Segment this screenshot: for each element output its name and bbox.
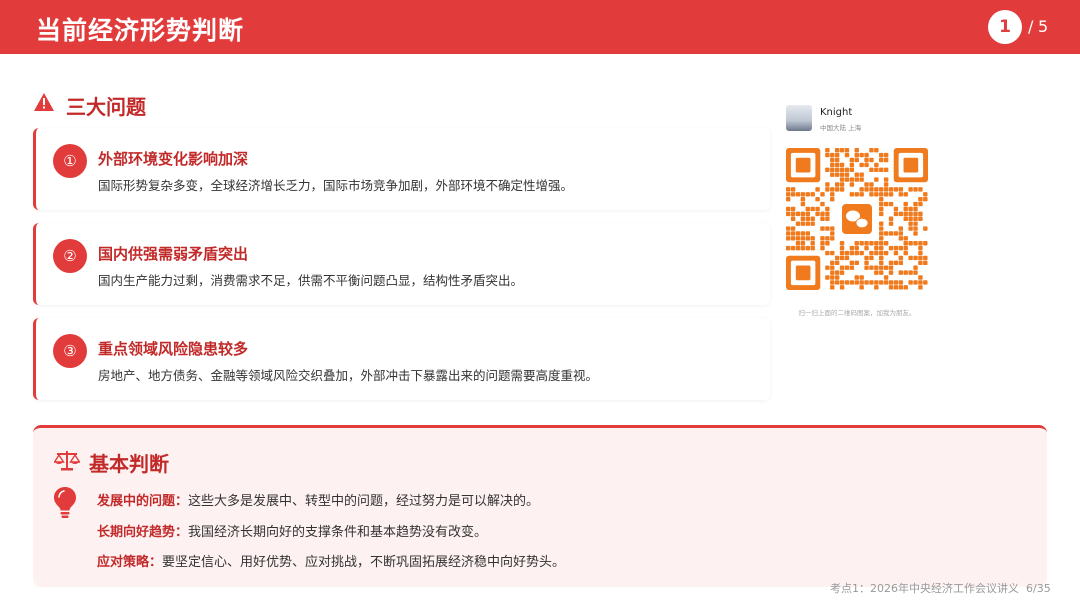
warning-icon	[34, 93, 54, 111]
footer-page-number: 6/35	[1026, 582, 1051, 595]
footer-title: 考点1：2026年中央经济工作会议讲义	[830, 582, 1019, 595]
page-separator: /	[1028, 17, 1034, 36]
problem-number-badge: ②	[53, 239, 87, 273]
scale-icon	[54, 451, 80, 471]
avatar	[786, 105, 812, 131]
problem-title: 重点领域风险隐患较多	[98, 340, 249, 358]
problem-title: 国内供强需弱矛盾突出	[98, 245, 249, 263]
footer-caption: 考点1：2026年中央经济工作会议讲义 6/35	[830, 580, 1051, 596]
judgement-row: 发展中的问题：这些大多是发展中、转型中的问题，经过努力是可以解决的。	[97, 490, 539, 509]
lightbulb-icon	[54, 487, 76, 518]
problem-card: ③ 重点领域风险隐患较多 房地产、地方债务、金融等领域风险交织叠加，外部冲击下暴…	[33, 318, 770, 400]
judgement-row: 应对策略：要坚定信心、用好优势、应对挑战，不断巩固拓展经济稳中向好势头。	[97, 551, 565, 570]
judgement-text: 这些大多是发展中、转型中的问题，经过努力是可以解决的。	[188, 494, 540, 509]
header-bar: 当前经济形势判断 1 / 5	[0, 0, 1080, 54]
page-total: 5	[1038, 17, 1049, 36]
qr-caption: 扫一扫上面的二维码图案，加我为朋友。	[798, 309, 916, 317]
problem-number-badge: ①	[53, 144, 87, 178]
problems-section-title: 三大问题	[66, 95, 146, 119]
current-page-indicator[interactable]: 1	[988, 10, 1022, 44]
profile-location: 中国大陆 上海	[820, 124, 862, 132]
judgement-label: 发展中的问题：	[97, 494, 189, 509]
page-title: 当前经济形势判断	[36, 16, 245, 45]
judgement-label: 长期向好趋势：	[97, 525, 189, 540]
judgement-text: 我国经济长期向好的支撑条件和基本趋势没有改变。	[188, 525, 488, 540]
qr-code[interactable]	[786, 148, 928, 290]
wechat-icon	[839, 201, 875, 237]
judgement-row: 长期向好趋势：我国经济长期向好的支撑条件和基本趋势没有改变。	[97, 521, 487, 540]
problem-description: 国际形势复杂多变，全球经济增长乏力，国际市场竞争加剧，外部环境不确定性增强。	[98, 178, 574, 193]
judgement-section-title: 基本判断	[89, 452, 169, 476]
judgement-text: 要坚定信心、用好优势、应对挑战，不断巩固拓展经济稳中向好势头。	[162, 555, 566, 570]
profile-name: Knight	[820, 107, 853, 118]
problem-title: 外部环境变化影响加深	[98, 150, 249, 168]
problem-card: ② 国内供强需弱矛盾突出 国内生产能力过剩，消费需求不足，供需不平衡问题凸显，结…	[33, 223, 770, 305]
problem-number-badge: ③	[53, 334, 87, 368]
problem-card: ① 外部环境变化影响加深 国际形势复杂多变，全球经济增长乏力，国际市场竞争加剧，…	[33, 128, 770, 210]
problem-description: 国内生产能力过剩，消费需求不足，供需不平衡问题凸显，结构性矛盾突出。	[98, 273, 524, 288]
problem-description: 房地产、地方债务、金融等领域风险交织叠加，外部冲击下暴露出来的问题需要高度重视。	[98, 368, 599, 383]
judgement-label: 应对策略：	[97, 555, 163, 570]
